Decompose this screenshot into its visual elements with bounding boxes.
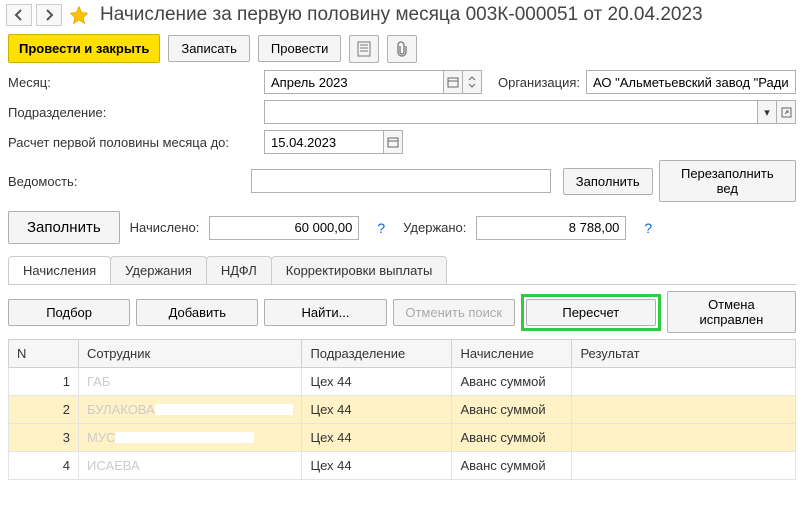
calc-to-label: Расчет первой половины месяца до:	[8, 135, 258, 150]
withheld-value[interactable]	[476, 216, 626, 240]
statement-input[interactable]	[251, 169, 551, 193]
col-accrual[interactable]: Начисление	[452, 340, 572, 368]
refill-statement-button[interactable]: Перезаполнить вед	[659, 160, 796, 202]
fill-statement-button[interactable]: Заполнить	[563, 168, 653, 195]
save-button[interactable]: Записать	[168, 35, 250, 62]
month-label: Месяц:	[8, 75, 258, 90]
page-title: Начисление за первую половину месяца 003…	[100, 4, 703, 26]
col-result[interactable]: Результат	[572, 340, 796, 368]
calc-to-input[interactable]	[264, 130, 384, 154]
table-row[interactable]: 2 БУЛАКОВАXXXXXXXXXXXXXXXX Цех 44 Аванс …	[9, 396, 796, 424]
nav-forward-button[interactable]	[36, 4, 62, 26]
dept-label: Подразделение:	[8, 105, 258, 120]
favorite-star-icon[interactable]	[68, 4, 90, 26]
dept-input[interactable]	[264, 100, 758, 124]
calc-to-calendar-icon[interactable]	[383, 130, 403, 154]
accrued-value[interactable]	[209, 216, 359, 240]
month-input[interactable]	[264, 70, 444, 94]
withheld-help-icon[interactable]: ?	[644, 220, 652, 236]
nav-back-button[interactable]	[6, 4, 32, 26]
col-n[interactable]: N	[9, 340, 79, 368]
redacted-text: XXXXXXXXXXXXXXXX	[155, 402, 294, 417]
table-row[interactable]: 4 ИСАЕВАXXXXXXXXXXXXXXXX Цех 44 Аванс су…	[9, 452, 796, 480]
table-row[interactable]: 3 МУСXXXXXXXXXXXXXXXX Цех 44 Аванс суммо…	[9, 424, 796, 452]
col-employee[interactable]: Сотрудник	[79, 340, 302, 368]
org-label: Организация:	[498, 75, 580, 90]
recalc-button[interactable]: Пересчет	[526, 299, 656, 326]
statement-label: Ведомость:	[8, 174, 245, 189]
tabs: Начисления Удержания НДФЛ Корректировки …	[8, 256, 796, 285]
dept-dropdown-icon[interactable]: ▾	[757, 100, 777, 124]
tab-ndfl[interactable]: НДФЛ	[206, 256, 272, 284]
fill-button[interactable]: Заполнить	[8, 211, 120, 244]
attachment-icon-button[interactable]	[387, 35, 417, 63]
add-button[interactable]: Добавить	[136, 299, 258, 326]
col-dept[interactable]: Подразделение	[302, 340, 452, 368]
cancel-search-button[interactable]: Отменить поиск	[393, 299, 515, 326]
tab-withholdings[interactable]: Удержания	[110, 256, 207, 284]
dept-open-icon[interactable]	[776, 100, 796, 124]
accrued-help-icon[interactable]: ?	[377, 220, 385, 236]
pick-button[interactable]: Подбор	[8, 299, 130, 326]
find-button[interactable]: Найти...	[264, 299, 386, 326]
tab-accruals[interactable]: Начисления	[8, 256, 111, 284]
report-icon-button[interactable]	[349, 35, 379, 63]
accruals-table: N Сотрудник Подразделение Начисление Рез…	[8, 339, 796, 480]
cancel-fix-button[interactable]: Отмена исправлен	[667, 291, 796, 333]
redacted-text: XXXXXXXXXXXXXXXX	[140, 458, 279, 473]
table-row[interactable]: 1 ГАБXXXXXXXXXXXXXXXX Цех 44 Аванс суммо…	[9, 368, 796, 396]
org-input[interactable]	[586, 70, 796, 94]
redacted-text: XXXXXXXXXXXXXXXX	[110, 374, 249, 389]
redacted-text: XXXXXXXXXXXXXXXX	[115, 430, 254, 445]
accrued-label: Начислено:	[130, 220, 200, 235]
month-calendar-icon[interactable]	[443, 70, 463, 94]
month-spinner-icon[interactable]	[462, 70, 482, 94]
post-and-close-button[interactable]: Провести и закрыть	[8, 34, 160, 63]
recalc-highlight: Пересчет	[521, 294, 661, 331]
post-button[interactable]: Провести	[258, 35, 342, 62]
withheld-label: Удержано:	[403, 220, 466, 235]
tab-corrections[interactable]: Корректировки выплаты	[271, 256, 448, 284]
